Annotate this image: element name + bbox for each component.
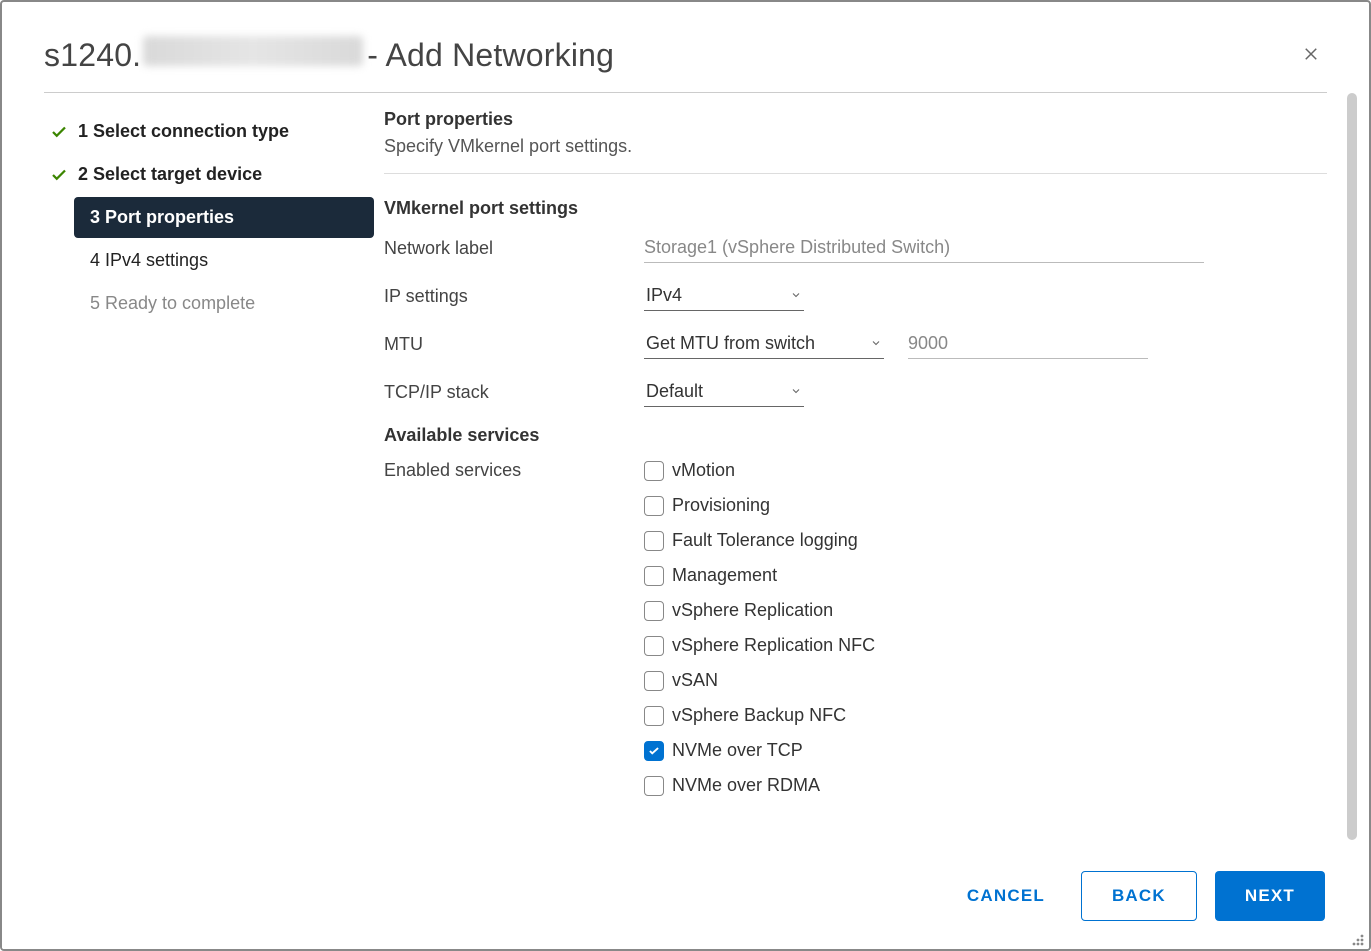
service-item: vSphere Replication NFC <box>644 635 875 656</box>
services-list: vMotion Provisioning Fault Tolerance loggi… <box>644 460 875 796</box>
dialog-footer: CANCEL BACK NEXT <box>2 851 1369 949</box>
service-item: Provisioning <box>644 495 875 516</box>
mtu-mode-value: Get MTU from switch <box>646 333 815 354</box>
service-item: Fault Tolerance logging <box>644 530 875 551</box>
wizard-step-label: 5 Ready to complete <box>90 293 255 314</box>
service-item: NVMe over TCP <box>644 740 875 761</box>
service-item: vSphere Replication <box>644 600 875 621</box>
chevron-down-icon <box>790 285 802 306</box>
service-label: NVMe over TCP <box>672 740 803 761</box>
next-button[interactable]: NEXT <box>1215 871 1325 921</box>
vmkernel-heading: VMkernel port settings <box>384 198 1327 219</box>
wizard-step-label: 4 IPv4 settings <box>90 250 208 271</box>
wizard-step-5: 5 Ready to complete <box>78 283 374 324</box>
available-services-heading: Available services <box>384 425 1327 446</box>
tcpip-label: TCP/IP stack <box>384 382 644 403</box>
network-label-label: Network label <box>384 238 644 259</box>
title-suffix: - Add Networking <box>367 37 614 74</box>
service-label: vMotion <box>672 460 735 481</box>
service-item: NVMe over RDMA <box>644 775 875 796</box>
service-label: vSAN <box>672 670 718 691</box>
service-checkbox[interactable] <box>644 496 664 516</box>
wizard-steps: 1 Select connection type 2 Select target … <box>44 93 374 840</box>
service-label: Provisioning <box>672 495 770 516</box>
wizard-step-2[interactable]: 2 Select target device <box>44 154 374 195</box>
chevron-down-icon <box>870 333 882 354</box>
service-checkbox[interactable] <box>644 706 664 726</box>
service-checkbox[interactable] <box>644 671 664 691</box>
wizard-step-3: 3 Port properties <box>74 197 374 238</box>
tcpip-value: Default <box>646 381 703 402</box>
redacted-hostname <box>143 36 363 66</box>
service-checkbox[interactable] <box>644 531 664 551</box>
service-label: vSphere Replication NFC <box>672 635 875 656</box>
row-tcpip: TCP/IP stack Default <box>384 377 1327 407</box>
row-ip-settings: IP settings IPv4 <box>384 281 1327 311</box>
service-checkbox[interactable] <box>644 741 664 761</box>
tcpip-select[interactable]: Default <box>644 377 804 407</box>
service-checkbox[interactable] <box>644 601 664 621</box>
scrollbar[interactable] <box>1347 93 1357 840</box>
close-icon <box>1302 46 1320 68</box>
resize-handle[interactable] <box>1348 930 1366 948</box>
service-checkbox[interactable] <box>644 776 664 796</box>
dialog-title: s1240. - Add Networking <box>44 36 1297 74</box>
ip-settings-select[interactable]: IPv4 <box>644 281 804 311</box>
service-checkbox[interactable] <box>644 461 664 481</box>
section-divider <box>384 173 1327 174</box>
service-label: Fault Tolerance logging <box>672 530 858 551</box>
content-panel: Port properties Specify VMkernel port se… <box>374 93 1327 840</box>
check-icon <box>50 123 68 141</box>
service-item: vSphere Backup NFC <box>644 705 875 726</box>
wizard-step-4[interactable]: 4 IPv4 settings <box>78 240 374 281</box>
wizard-step-label: 2 Select target device <box>78 164 262 185</box>
mtu-mode-select[interactable]: Get MTU from switch <box>644 329 884 359</box>
back-button[interactable]: BACK <box>1081 871 1197 921</box>
dialog-header: s1240. - Add Networking <box>2 2 1369 82</box>
row-network-label: Network label <box>384 233 1327 263</box>
mtu-value-input[interactable] <box>908 329 1148 359</box>
mtu-label: MTU <box>384 334 644 355</box>
dialog-body: 1 Select connection type 2 Select target … <box>2 93 1369 840</box>
section-title: Port properties <box>384 109 1327 130</box>
enabled-services-label: Enabled services <box>384 460 644 481</box>
ip-settings-label: IP settings <box>384 286 644 307</box>
wizard-step-label: 3 Port properties <box>90 207 234 228</box>
service-checkbox[interactable] <box>644 636 664 656</box>
service-item: vMotion <box>644 460 875 481</box>
chevron-down-icon <box>790 381 802 402</box>
add-networking-dialog: s1240. - Add Networking 1 Select connect… <box>0 0 1371 951</box>
host-prefix: s1240. <box>44 37 141 74</box>
service-item: Management <box>644 565 875 586</box>
service-checkbox[interactable] <box>644 566 664 586</box>
service-item: vSAN <box>644 670 875 691</box>
service-label: Management <box>672 565 777 586</box>
service-label: vSphere Replication <box>672 600 833 621</box>
ip-settings-value: IPv4 <box>646 285 682 306</box>
service-label: NVMe over RDMA <box>672 775 820 796</box>
check-icon <box>50 166 68 184</box>
wizard-step-label: 1 Select connection type <box>78 121 289 142</box>
service-label: vSphere Backup NFC <box>672 705 846 726</box>
row-enabled-services: Enabled services vMotion Provisioning Faul… <box>384 460 1327 796</box>
cancel-button[interactable]: CANCEL <box>949 872 1063 920</box>
close-button[interactable] <box>1297 42 1325 70</box>
section-subtitle: Specify VMkernel port settings. <box>384 136 1327 157</box>
network-label-value <box>644 233 1204 263</box>
wizard-step-1[interactable]: 1 Select connection type <box>44 111 374 152</box>
row-mtu: MTU Get MTU from switch <box>384 329 1327 359</box>
